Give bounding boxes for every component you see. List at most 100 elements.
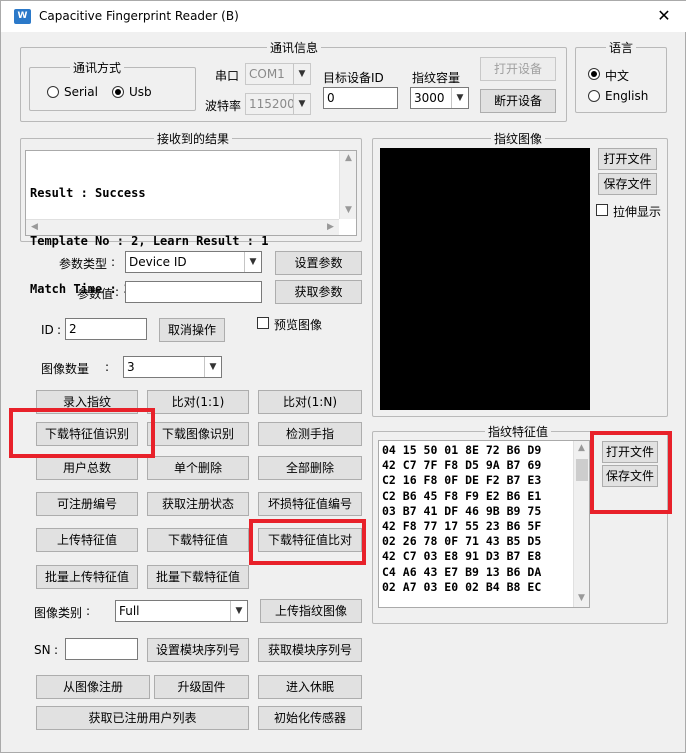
serial-label: Serial xyxy=(64,85,98,99)
scroll-right-icon[interactable]: ▶ xyxy=(322,222,339,232)
hex-row: 02 A7 03 E0 02 B4 B8 EC xyxy=(382,579,542,594)
fp-feature-label: 指纹特征值 xyxy=(485,423,552,440)
get-serial-button[interactable]: 获取模块序列号 xyxy=(258,638,362,662)
colon: : xyxy=(57,323,62,337)
detect-finger-button[interactable]: 检测手指 xyxy=(258,422,362,446)
image-type-select[interactable]: Full ▼ xyxy=(115,600,248,622)
target-id-field[interactable]: 0 xyxy=(323,87,398,109)
chinese-radio[interactable] xyxy=(588,68,600,80)
param-value-field[interactable] xyxy=(125,281,262,303)
param-type-select[interactable]: Device ID ▼ xyxy=(125,251,262,273)
comm-method-label: 通讯方式 xyxy=(70,59,125,76)
results-hscrollbar[interactable]: ◀ ▶ xyxy=(26,219,339,235)
image-type-value: Full xyxy=(119,604,140,618)
baud-value: 115200 xyxy=(249,97,295,111)
delete-all-button[interactable]: 全部删除 xyxy=(258,456,362,480)
hex-row: 42 C7 03 E8 91 D3 B7 E8 xyxy=(382,549,542,564)
single-delete-button[interactable]: 单个删除 xyxy=(147,456,249,480)
colon: : xyxy=(111,255,116,269)
cancel-operation-button[interactable]: 取消操作 xyxy=(159,318,225,342)
sn-field[interactable] xyxy=(65,638,138,660)
id-field[interactable]: 2 xyxy=(65,318,147,340)
port-select[interactable]: COM1 ▼ xyxy=(245,63,311,85)
batch-upload-feature-button[interactable]: 批量上传特征值 xyxy=(36,565,138,589)
enrollable-number-button[interactable]: 可注册编号 xyxy=(36,492,138,516)
comm-info-label: 通讯信息 xyxy=(267,39,322,56)
match-1-1-button[interactable]: 比对(1:1) xyxy=(147,390,249,414)
set-param-button[interactable]: 设置参数 xyxy=(275,251,362,275)
param-value-label: 参数值 xyxy=(77,287,114,301)
feature-hex-textbox[interactable]: 04 15 50 01 8E 72 B6 D9 42 C7 7F F8 D5 9… xyxy=(378,440,590,608)
get-param-button[interactable]: 获取参数 xyxy=(275,280,362,304)
scroll-down-icon[interactable]: ▼ xyxy=(574,593,589,603)
get-enroll-status-button[interactable]: 获取注册状态 xyxy=(147,492,249,516)
enroll-from-image-button[interactable]: 从图像注册 xyxy=(36,675,150,699)
set-serial-button[interactable]: 设置模块序列号 xyxy=(147,638,249,662)
capacity-label: 指纹容量 xyxy=(412,71,461,85)
colon: : xyxy=(86,604,91,618)
app-window: W Capacitive Fingerprint Reader (B) ✕ 通讯… xyxy=(0,0,686,753)
baud-label: 波特率 xyxy=(205,99,242,113)
hex-row: C2 B6 45 F8 F9 E2 B6 E1 xyxy=(382,488,542,503)
language-label: 语言 xyxy=(606,39,637,56)
hex-row: 02 26 78 0F 71 43 B5 D5 xyxy=(382,534,542,549)
init-sensor-button[interactable]: 初始化传感器 xyxy=(258,706,362,730)
upload-feature-button[interactable]: 上传特征值 xyxy=(36,528,138,552)
scroll-up-icon[interactable]: ▲ xyxy=(340,153,357,163)
user-total-button[interactable]: 用户总数 xyxy=(36,456,138,480)
english-radio[interactable] xyxy=(588,90,600,102)
serial-radio[interactable] xyxy=(47,86,59,98)
enter-sleep-button[interactable]: 进入休眠 xyxy=(258,675,362,699)
upgrade-firmware-button[interactable]: 升级固件 xyxy=(154,675,249,699)
results-label: 接收到的结果 xyxy=(154,130,233,147)
scroll-thumb[interactable] xyxy=(576,459,588,481)
highlight-download-feature-identify xyxy=(9,408,155,458)
chinese-label: 中文 xyxy=(605,69,630,83)
download-image-identify-button[interactable]: 下载图像识别 xyxy=(147,422,249,446)
fingerprint-image xyxy=(380,148,590,410)
highlight-download-feature-compare xyxy=(249,519,366,565)
get-enrolled-list-button[interactable]: 获取已注册用户列表 xyxy=(36,706,249,730)
usb-radio[interactable] xyxy=(112,86,124,98)
param-type-label: 参数类型 xyxy=(59,257,108,271)
result-line: Result : Success xyxy=(30,186,146,200)
open-device-button[interactable]: 打开设备 xyxy=(480,57,556,81)
baud-select[interactable]: 115200 ▼ xyxy=(245,93,311,115)
port-label: 串口 xyxy=(215,69,240,83)
scroll-down-icon[interactable]: ▼ xyxy=(340,205,357,215)
port-value: COM1 xyxy=(249,67,285,81)
title-bar: W Capacitive Fingerprint Reader (B) ✕ xyxy=(1,1,686,32)
capacity-select[interactable]: 3000 ▼ xyxy=(410,87,469,109)
stretch-checkbox[interactable] xyxy=(596,204,608,216)
image-save-file-button[interactable]: 保存文件 xyxy=(598,173,657,195)
colon: : xyxy=(105,360,110,374)
sn-label: SN xyxy=(34,643,51,657)
bad-feature-number-button[interactable]: 坏损特征值编号 xyxy=(258,492,362,516)
hex-row: C4 A6 43 E7 B9 13 B6 DA xyxy=(382,564,542,579)
hex-row: C2 16 F8 0F DE F2 B7 E3 xyxy=(382,473,542,488)
highlight-feature-file-buttons xyxy=(590,431,672,514)
close-device-button[interactable]: 断开设备 xyxy=(480,89,556,113)
feature-vscrollbar[interactable]: ▲ ▼ xyxy=(573,441,589,607)
preview-label: 预览图像 xyxy=(274,318,323,332)
batch-download-feature-button[interactable]: 批量下载特征值 xyxy=(147,565,249,589)
preview-checkbox[interactable] xyxy=(257,317,269,329)
id-label: ID xyxy=(41,323,54,337)
param-type-value: Device ID xyxy=(129,255,187,269)
colon: : xyxy=(115,285,120,299)
image-count-value: 3 xyxy=(127,360,135,374)
close-icon[interactable]: ✕ xyxy=(649,3,679,29)
upload-fp-image-button[interactable]: 上传指纹图像 xyxy=(260,599,362,623)
match-1-n-button[interactable]: 比对(1:N) xyxy=(258,390,362,414)
download-feature-button[interactable]: 下载特征值 xyxy=(147,528,249,552)
hex-row: 42 F8 77 17 55 23 B6 5F xyxy=(382,519,542,534)
image-count-select[interactable]: 3 ▼ xyxy=(123,356,222,378)
results-vscrollbar[interactable]: ▲ ▼ xyxy=(339,151,356,219)
image-open-file-button[interactable]: 打开文件 xyxy=(598,148,657,170)
target-id-label: 目标设备ID xyxy=(323,71,384,85)
scroll-up-icon[interactable]: ▲ xyxy=(574,443,589,453)
image-type-label: 图像类别 xyxy=(34,606,83,620)
app-logo-icon: W xyxy=(14,9,31,24)
fp-image-label: 指纹图像 xyxy=(491,130,546,147)
scroll-left-icon[interactable]: ◀ xyxy=(26,222,43,232)
